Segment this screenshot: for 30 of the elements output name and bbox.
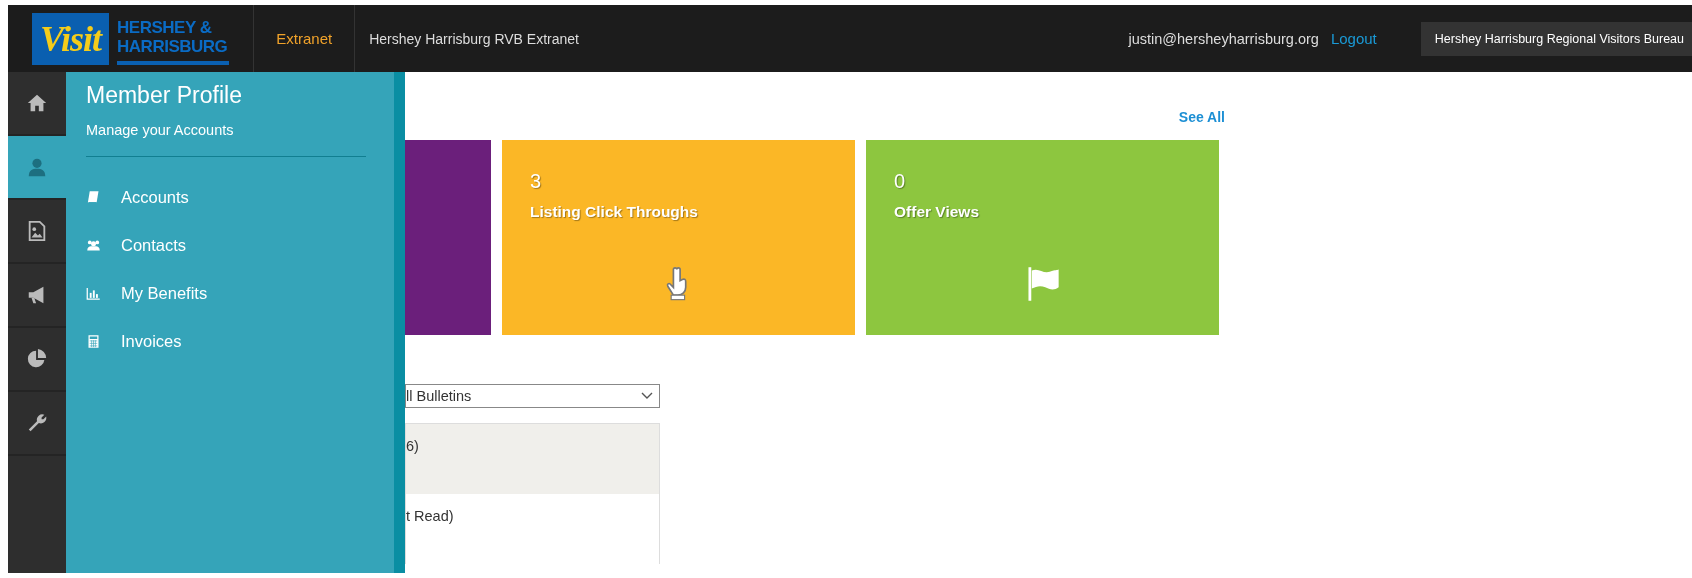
- pie-chart-icon: [26, 348, 48, 370]
- stat-label: Offer Views: [894, 203, 980, 221]
- logo-text: HERSHEY &: [117, 17, 213, 37]
- stat-label: Listing Click Throughs: [530, 203, 699, 221]
- logout-link[interactable]: Logout: [1330, 30, 1377, 47]
- logo-script-text: Visit: [32, 12, 110, 65]
- image-icon: [26, 220, 48, 242]
- logo-text: HARRISBURG: [117, 36, 228, 56]
- bulletin-filter-dropdown[interactable]: ll Bulletins: [405, 384, 660, 408]
- see-all-link[interactable]: See All: [1178, 109, 1225, 125]
- chevron-down-icon: [641, 392, 653, 400]
- site-title: Hershey Harrisburg RVB Extranet: [368, 30, 579, 47]
- menu-item[interactable]: Contacts: [121, 235, 187, 255]
- bar-chart-icon: [86, 285, 101, 301]
- menu-item[interactable]: Invoices: [121, 331, 182, 351]
- home-icon: [26, 92, 48, 114]
- bulletin-row[interactable]: 6): [406, 424, 659, 494]
- menu-item[interactable]: My Benefits: [121, 283, 208, 303]
- wrench-icon: [26, 412, 48, 434]
- organization-button[interactable]: Hershey Harrisburg Regional Visitors Bureau: [1420, 21, 1692, 56]
- user-icon: [26, 156, 48, 178]
- menu-item[interactable]: Accounts: [121, 187, 189, 207]
- stat-value: 0: [894, 170, 907, 193]
- user-email: justin@hersheyharrisburg.org: [1128, 30, 1319, 47]
- panel-title: Member Profile: [86, 81, 243, 110]
- book-icon: [86, 189, 101, 205]
- panel-subtitle: Manage your Accounts: [86, 122, 235, 138]
- calculator-icon: [86, 333, 101, 349]
- bulletin-row[interactable]: t Read): [406, 494, 659, 564]
- stat-value: 3: [530, 170, 543, 193]
